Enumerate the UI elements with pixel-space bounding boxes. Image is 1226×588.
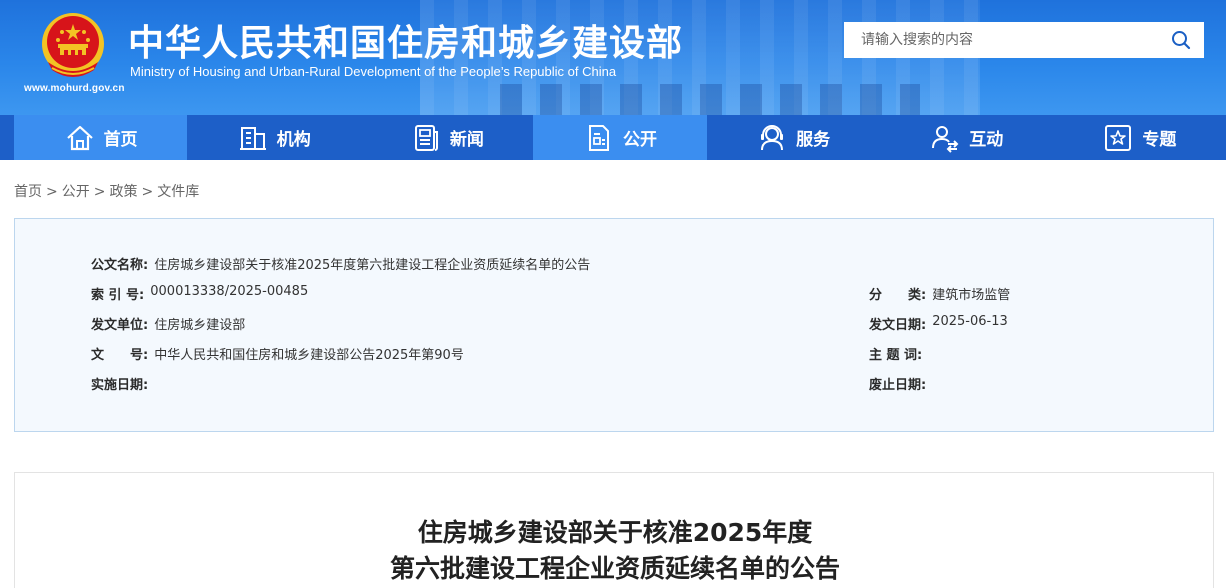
- site-title[interactable]: 中华人民共和国住房和城乡建设部: [128, 14, 683, 66]
- nav-item-public[interactable]: 公开: [533, 115, 707, 160]
- article-title-line-1: 住房城乡建设部关于核准2025年度: [417, 518, 813, 547]
- breadcrumb: 首页 > 公开 > 政策 > 文件库: [14, 181, 199, 201]
- breadcrumb-policy[interactable]: 政策: [109, 184, 137, 200]
- date-label: 发文日期:: [869, 318, 927, 333]
- nav-item-topic[interactable]: 专题: [1053, 115, 1226, 160]
- building-icon: [239, 126, 266, 150]
- info-expire: 废止日期:: [869, 374, 932, 393]
- nav-item-institution[interactable]: 机构: [187, 115, 360, 160]
- index-value: 000013338/2025-00485: [150, 284, 309, 299]
- nav-item-label: 专题: [1142, 130, 1177, 150]
- info-effective: 实施日期:: [91, 374, 154, 393]
- keywords-label: 主 题 词:: [869, 348, 923, 363]
- nav-item-label: 服务: [796, 130, 831, 150]
- site-header: www.mohurd.gov.cn 中华人民共和国住房和城乡建设部 Minist…: [0, 0, 1226, 115]
- star-icon: [1105, 124, 1132, 151]
- article-body: 住房城乡建设部关于核准2025年度 第六批建设工程企业资质延续名单的公告: [14, 472, 1214, 588]
- doc-name-value: 住房城乡建设部关于核准2025年度第六批建设工程企业资质延续名单的公告: [154, 258, 591, 273]
- issuer-label: 发文单位:: [91, 318, 149, 333]
- home-icon: [66, 125, 93, 150]
- main-nav: 首页 机构 新闻 公开 服务 互动 专题: [14, 115, 1226, 160]
- document-info-panel: 公文名称: 住房城乡建设部关于核准2025年度第六批建设工程企业资质延续名单的公…: [14, 218, 1214, 432]
- nav-item-label: 公开: [622, 130, 657, 150]
- nav-item-label: 新闻: [449, 130, 484, 150]
- effective-label: 实施日期:: [91, 378, 149, 393]
- national-emblem-icon[interactable]: [38, 10, 108, 82]
- nav-left-strip: [0, 115, 14, 160]
- newspaper-icon: [414, 124, 438, 151]
- date-value: 2025-06-13: [932, 314, 1008, 329]
- doc-no-label: 文 号:: [91, 348, 149, 363]
- nav-item-label: 首页: [103, 130, 138, 150]
- category-value: 建筑市场监管: [932, 288, 1011, 303]
- document-icon: [588, 124, 609, 151]
- site-url[interactable]: www.mohurd.gov.cn: [24, 83, 125, 94]
- breadcrumb-separator: >: [46, 184, 58, 200]
- nav-item-service[interactable]: 服务: [707, 115, 880, 160]
- search-button[interactable]: [1158, 22, 1204, 58]
- nav-item-home[interactable]: 首页: [14, 115, 188, 160]
- index-label: 索 引 号:: [91, 288, 145, 303]
- breadcrumb-public[interactable]: 公开: [62, 184, 90, 200]
- info-index: 索 引 号: 000013338/2025-00485: [91, 284, 308, 303]
- info-issuer: 发文单位: 住房城乡建设部: [91, 314, 245, 333]
- info-category: 分 类: 建筑市场监管: [869, 284, 1010, 303]
- category-label: 分 类:: [869, 288, 927, 303]
- search-icon: [1172, 31, 1191, 50]
- info-date: 发文日期: 2025-06-13: [869, 314, 1008, 333]
- info-doc-no: 文 号: 中华人民共和国住房和城乡建设部公告2025年第90号: [91, 344, 464, 363]
- interaction-icon: [932, 125, 959, 153]
- nav-item-label: 机构: [276, 130, 311, 150]
- search-box: [844, 22, 1204, 58]
- info-keywords: 主 题 词:: [869, 344, 928, 363]
- issuer-value: 住房城乡建设部: [154, 318, 246, 333]
- expire-label: 废止日期:: [869, 378, 927, 393]
- doc-name-label: 公文名称:: [91, 258, 149, 273]
- nav-item-label: 互动: [969, 130, 1004, 150]
- breadcrumb-separator: >: [141, 184, 154, 200]
- search-input[interactable]: [844, 22, 1158, 58]
- service-icon: [761, 124, 784, 150]
- info-doc-name: 公文名称: 住房城乡建设部关于核准2025年度第六批建设工程企业资质延续名单的公…: [91, 254, 590, 273]
- doc-no-value: 中华人民共和国住房和城乡建设部公告2025年第90号: [154, 348, 464, 363]
- article-title-line-2: 第六批建设工程企业资质延续名单的公告: [389, 554, 840, 583]
- nav-item-news[interactable]: 新闻: [360, 115, 533, 160]
- breadcrumb-home[interactable]: 首页: [14, 184, 42, 200]
- nav-item-interaction[interactable]: 互动: [880, 115, 1053, 160]
- breadcrumb-separator: >: [93, 184, 106, 200]
- site-subtitle: Ministry of Housing and Urban-Rural Deve…: [130, 64, 617, 79]
- breadcrumb-file-library[interactable]: 文件库: [157, 184, 199, 200]
